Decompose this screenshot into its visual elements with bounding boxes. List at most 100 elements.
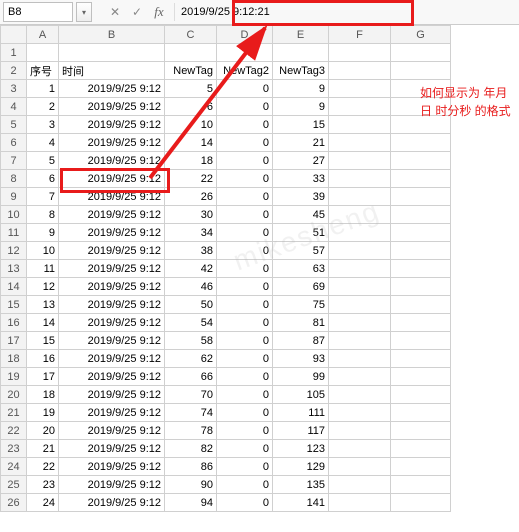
- cell[interactable]: [329, 296, 391, 314]
- row-header[interactable]: 4: [1, 98, 27, 116]
- cell[interactable]: 5: [165, 80, 217, 98]
- cell[interactable]: [329, 116, 391, 134]
- cell[interactable]: 22: [165, 170, 217, 188]
- cell[interactable]: 2019/9/25 9:12: [59, 350, 165, 368]
- cell[interactable]: 21: [273, 134, 329, 152]
- cell[interactable]: 2019/9/25 9:12: [59, 368, 165, 386]
- cell[interactable]: 8: [27, 206, 59, 224]
- cell[interactable]: 2019/9/25 9:12: [59, 458, 165, 476]
- cell[interactable]: [391, 260, 451, 278]
- cell[interactable]: 14: [165, 134, 217, 152]
- col-header-B[interactable]: B: [59, 26, 165, 44]
- cell[interactable]: [391, 62, 451, 80]
- cell[interactable]: 0: [217, 386, 273, 404]
- cell[interactable]: 141: [273, 494, 329, 512]
- cell[interactable]: [391, 224, 451, 242]
- cell[interactable]: 2019/9/25 9:12: [59, 332, 165, 350]
- cell[interactable]: 129: [273, 458, 329, 476]
- cancel-icon[interactable]: ✕: [106, 3, 124, 21]
- row-header[interactable]: 25: [1, 476, 27, 494]
- name-box-dropdown[interactable]: ▾: [76, 2, 92, 22]
- cell[interactable]: 34: [165, 224, 217, 242]
- cell[interactable]: 0: [217, 404, 273, 422]
- cell[interactable]: [329, 332, 391, 350]
- row-header[interactable]: 21: [1, 404, 27, 422]
- cell[interactable]: [391, 188, 451, 206]
- cell[interactable]: 82: [165, 440, 217, 458]
- cell[interactable]: 111: [273, 404, 329, 422]
- cell[interactable]: 23: [27, 476, 59, 494]
- cell[interactable]: 0: [217, 188, 273, 206]
- row-header[interactable]: 19: [1, 368, 27, 386]
- cell[interactable]: 66: [165, 368, 217, 386]
- cell[interactable]: 0: [217, 170, 273, 188]
- cell[interactable]: [391, 422, 451, 440]
- row-header[interactable]: 23: [1, 440, 27, 458]
- row-header[interactable]: 13: [1, 260, 27, 278]
- cell[interactable]: [165, 44, 217, 62]
- cell[interactable]: 2019/9/25 9:12: [59, 386, 165, 404]
- cell[interactable]: [391, 386, 451, 404]
- cell[interactable]: [329, 422, 391, 440]
- cell[interactable]: 0: [217, 152, 273, 170]
- cell[interactable]: [329, 170, 391, 188]
- cell[interactable]: [391, 116, 451, 134]
- cell[interactable]: [329, 278, 391, 296]
- cell[interactable]: [329, 368, 391, 386]
- cell[interactable]: 45: [273, 206, 329, 224]
- cell[interactable]: [391, 170, 451, 188]
- formula-value[interactable]: 2019/9/25 9:12:21: [174, 3, 519, 21]
- cell[interactable]: 117: [273, 422, 329, 440]
- cell[interactable]: [391, 206, 451, 224]
- cell[interactable]: 16: [27, 350, 59, 368]
- cell[interactable]: 0: [217, 278, 273, 296]
- cell[interactable]: 13: [27, 296, 59, 314]
- cell[interactable]: [391, 134, 451, 152]
- cell[interactable]: 2019/9/25 9:12: [59, 188, 165, 206]
- cell[interactable]: 2019/9/25 9:12: [59, 206, 165, 224]
- cell[interactable]: 9: [273, 98, 329, 116]
- cell[interactable]: 27: [273, 152, 329, 170]
- cell[interactable]: 2019/9/25 9:12: [59, 260, 165, 278]
- row-header[interactable]: 7: [1, 152, 27, 170]
- cell[interactable]: 86: [165, 458, 217, 476]
- row-header[interactable]: 5: [1, 116, 27, 134]
- cell[interactable]: 2019/9/25 9:12: [59, 404, 165, 422]
- cell[interactable]: [391, 80, 451, 98]
- fx-icon[interactable]: fx: [150, 3, 168, 21]
- cell[interactable]: 2: [27, 98, 59, 116]
- cell[interactable]: [329, 224, 391, 242]
- cell[interactable]: 135: [273, 476, 329, 494]
- cell[interactable]: 50: [165, 296, 217, 314]
- cell[interactable]: 0: [217, 476, 273, 494]
- cell[interactable]: 2019/9/25 9:12: [59, 98, 165, 116]
- cell[interactable]: 0: [217, 350, 273, 368]
- cell[interactable]: 15: [27, 332, 59, 350]
- cell[interactable]: [329, 404, 391, 422]
- cell[interactable]: [329, 458, 391, 476]
- cell[interactable]: 75: [273, 296, 329, 314]
- row-header[interactable]: 9: [1, 188, 27, 206]
- cell[interactable]: 30: [165, 206, 217, 224]
- cell[interactable]: [391, 152, 451, 170]
- cell[interactable]: [329, 152, 391, 170]
- cell[interactable]: [391, 242, 451, 260]
- cell[interactable]: 38: [165, 242, 217, 260]
- cell[interactable]: [329, 62, 391, 80]
- row-header[interactable]: 18: [1, 350, 27, 368]
- cell[interactable]: 2019/9/25 9:12: [59, 476, 165, 494]
- cell[interactable]: 2019/9/25 9:12: [59, 422, 165, 440]
- cell[interactable]: 2019/9/25 9:12: [59, 134, 165, 152]
- cell[interactable]: 18: [165, 152, 217, 170]
- row-header[interactable]: 26: [1, 494, 27, 512]
- cell[interactable]: 0: [217, 494, 273, 512]
- cell[interactable]: [329, 134, 391, 152]
- cell[interactable]: [329, 476, 391, 494]
- cell[interactable]: 6: [27, 170, 59, 188]
- cell[interactable]: 39: [273, 188, 329, 206]
- cell[interactable]: 99: [273, 368, 329, 386]
- row-header[interactable]: 17: [1, 332, 27, 350]
- row-header[interactable]: 16: [1, 314, 27, 332]
- cell[interactable]: [329, 494, 391, 512]
- cell[interactable]: [391, 296, 451, 314]
